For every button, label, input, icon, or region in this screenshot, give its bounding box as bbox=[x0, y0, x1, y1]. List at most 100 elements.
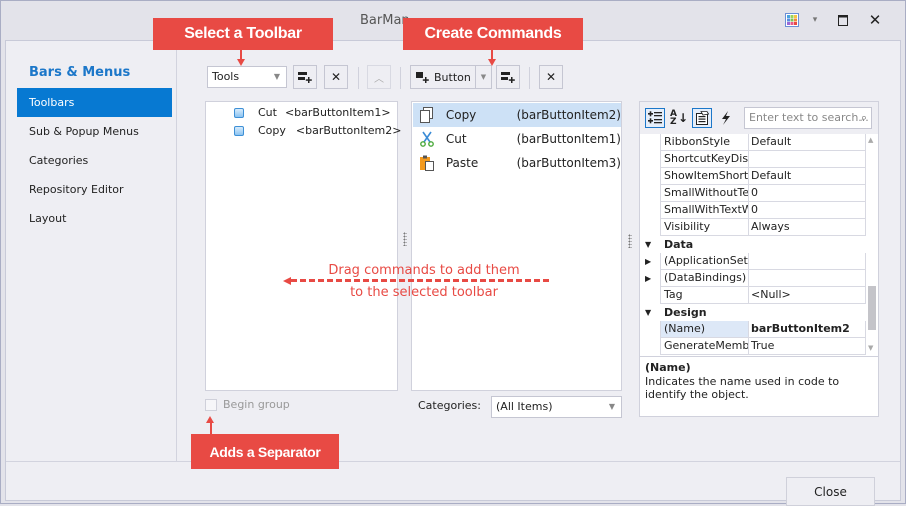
collapse-icon[interactable]: ▼ bbox=[645, 304, 651, 321]
scroll-down-icon[interactable]: ▼ bbox=[868, 344, 873, 352]
categorized-view-icon[interactable] bbox=[645, 108, 665, 128]
categories-select-value: (All Items) bbox=[496, 400, 553, 413]
property-pages-icon[interactable] bbox=[692, 108, 712, 128]
begin-group-label: Begin group bbox=[223, 398, 290, 411]
bar-item-icon bbox=[234, 108, 244, 118]
command-row[interactable]: Copy (barButtonItem2) bbox=[413, 103, 621, 127]
property-value[interactable]: Always bbox=[748, 219, 866, 236]
categories-select[interactable]: (All Items) ▼ bbox=[491, 396, 622, 418]
property-name: SmallWithoutTextWidth bbox=[660, 185, 749, 202]
property-value[interactable]: <Null> bbox=[748, 287, 866, 304]
property-value[interactable] bbox=[748, 151, 866, 168]
chevron-down-icon: ▼ bbox=[273, 72, 280, 81]
toolbar-items-list[interactable]: Cut <barButtonItem1> Copy <barButtonItem… bbox=[205, 101, 401, 391]
property-row[interactable]: GenerateMemberTrue bbox=[640, 338, 866, 355]
command-row[interactable]: Cut (barButtonItem1) bbox=[413, 127, 621, 151]
chevron-up-icon: ︿ bbox=[374, 73, 384, 85]
command-label: Copy bbox=[445, 108, 477, 122]
property-value[interactable]: 0 bbox=[748, 202, 866, 219]
command-label: Cut bbox=[445, 132, 467, 146]
callout-adds-separator: Adds a Separator bbox=[191, 434, 339, 469]
property-value[interactable]: Default bbox=[748, 134, 866, 151]
property-name: ShowItemShortcut bbox=[660, 168, 749, 185]
expand-icon[interactable]: ▶ bbox=[645, 253, 651, 270]
callout-create-commands: Create Commands bbox=[403, 18, 583, 50]
nav-item-toolbars[interactable]: Toolbars bbox=[17, 88, 172, 117]
move-up-button[interactable]: ︿ bbox=[367, 65, 391, 89]
chevron-down-icon: ▼ bbox=[608, 402, 615, 411]
category-label: Data bbox=[664, 238, 694, 251]
property-grid-scrollbar[interactable]: ▲ ▼ bbox=[866, 134, 878, 356]
drag-hint-arrow-head bbox=[283, 277, 291, 285]
property-row[interactable]: Tag <Null> bbox=[640, 287, 866, 304]
commands-list[interactable]: Copy (barButtonItem2) Cut (barButtonItem… bbox=[411, 101, 622, 391]
property-grid: A Z ↓ Enter text to search... ⌕ RibbonStyl… bbox=[639, 101, 879, 417]
callout-arrow-line bbox=[210, 422, 212, 434]
new-item-type-button[interactable]: Button bbox=[410, 65, 476, 89]
property-value[interactable]: Default bbox=[748, 168, 866, 185]
add-command-button[interactable] bbox=[496, 65, 520, 89]
toolbar-item-label: Cut bbox=[258, 106, 277, 119]
splitter-grip[interactable] bbox=[403, 232, 407, 246]
delete-toolbar-button[interactable]: ✕ bbox=[324, 65, 348, 89]
property-row[interactable]: Visibility Always bbox=[640, 219, 866, 236]
expand-icon[interactable]: ▶ bbox=[645, 270, 651, 287]
property-row[interactable]: ▶ (ApplicationSettings) bbox=[640, 253, 866, 270]
close-button[interactable]: Close bbox=[786, 477, 875, 506]
nav-item-sub-popup-menus[interactable]: Sub & Popup Menus bbox=[17, 117, 172, 146]
delete-icon: ✕ bbox=[545, 70, 557, 84]
delete-command-button[interactable]: ✕ bbox=[539, 65, 563, 89]
property-search-input[interactable]: Enter text to search... ⌕ bbox=[744, 107, 872, 129]
new-item-type-dropdown[interactable]: ▼ bbox=[475, 65, 492, 89]
property-value[interactable]: True bbox=[748, 338, 866, 355]
skin-palette-icon[interactable] bbox=[782, 10, 802, 30]
property-name: (ApplicationSettings) bbox=[660, 253, 749, 270]
property-row[interactable]: RibbonStyle Default bbox=[640, 134, 866, 151]
property-row[interactable]: ShowItemShortcutDefault bbox=[640, 168, 866, 185]
command-item: (barButtonItem2) bbox=[516, 108, 621, 122]
property-name: (Name) bbox=[660, 321, 749, 338]
add-toolbar-button[interactable] bbox=[293, 65, 317, 89]
toolbar-item-name: <barButtonItem2> bbox=[295, 124, 402, 137]
scrollbar-thumb[interactable] bbox=[868, 286, 876, 330]
property-value[interactable] bbox=[748, 253, 866, 270]
add-toolbar-icon bbox=[298, 72, 312, 83]
collapse-icon[interactable]: ▼ bbox=[645, 236, 651, 253]
delete-icon: ✕ bbox=[330, 70, 342, 84]
close-window-button[interactable]: ✕ bbox=[865, 10, 885, 30]
toolbar-item[interactable]: Copy <barButtonItem2> bbox=[234, 122, 401, 140]
command-row[interactable]: Paste (barButtonItem3) bbox=[413, 151, 621, 175]
property-value[interactable] bbox=[748, 270, 866, 287]
toolbar-select[interactable]: Tools ▼ bbox=[207, 66, 287, 88]
property-row[interactable]: ▶ (DataBindings) bbox=[640, 270, 866, 287]
property-row[interactable]: SmallWithoutTextWidth0 bbox=[640, 185, 866, 202]
alphabetical-sort-icon[interactable]: A Z ↓ bbox=[669, 108, 689, 128]
toolbar-item-label: Copy bbox=[258, 124, 286, 137]
property-description: (Name) Indicates the name used in code t… bbox=[640, 356, 878, 416]
nav-item-repository-editor[interactable]: Repository Editor bbox=[17, 175, 172, 204]
property-value[interactable]: barButtonItem2 bbox=[748, 321, 866, 338]
property-row[interactable]: (Name) barButtonItem2 bbox=[640, 321, 866, 338]
checkbox-box[interactable] bbox=[205, 398, 217, 411]
property-category[interactable]: ▼ Data bbox=[640, 236, 866, 253]
scroll-up-icon[interactable]: ▲ bbox=[868, 136, 873, 144]
search-icon: ⌕ bbox=[860, 111, 867, 124]
property-row[interactable]: SmallWithTextWidth0 bbox=[640, 202, 866, 219]
toolbar-item[interactable]: Cut <barButtonItem1> bbox=[234, 104, 391, 122]
skin-dropdown-icon[interactable]: ▾ bbox=[805, 10, 825, 30]
nav-item-categories[interactable]: Categories bbox=[17, 146, 172, 175]
splitter-grip[interactable] bbox=[628, 234, 632, 248]
callout-arrow-head bbox=[488, 59, 496, 66]
property-row[interactable]: ShortcutKeyDisplayString bbox=[640, 151, 866, 168]
property-value[interactable]: 0 bbox=[748, 185, 866, 202]
events-lightning-icon[interactable] bbox=[716, 108, 736, 128]
begin-group-checkbox[interactable]: Begin group bbox=[205, 398, 290, 411]
property-category[interactable]: ▼ Design bbox=[640, 304, 866, 321]
property-name: Visibility bbox=[660, 219, 749, 236]
maximize-button[interactable] bbox=[833, 10, 853, 30]
dialog-footer: Close bbox=[6, 461, 900, 506]
property-name: GenerateMember bbox=[660, 338, 749, 355]
property-name: SmallWithTextWidth bbox=[660, 202, 749, 219]
nav-item-layout[interactable]: Layout bbox=[17, 204, 172, 233]
property-name: Tag bbox=[660, 287, 749, 304]
